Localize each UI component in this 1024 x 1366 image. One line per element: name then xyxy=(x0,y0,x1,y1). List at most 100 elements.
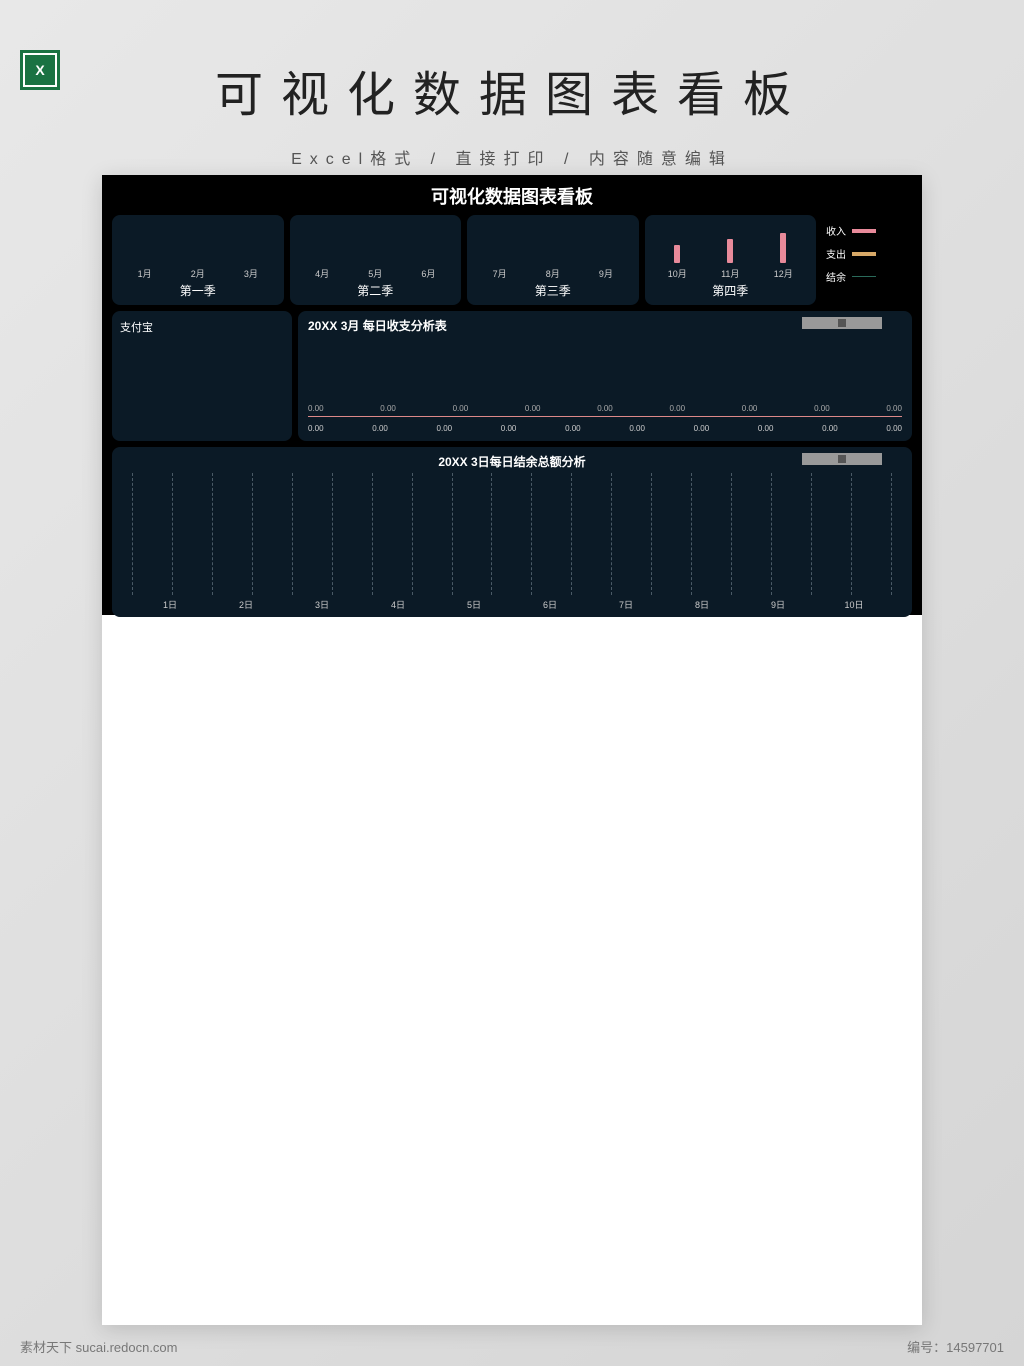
day-label: 7日 xyxy=(588,598,664,611)
month-label: 9月 xyxy=(599,267,613,280)
quarter-card-4[interactable]: 10月 11月 12月 第四季 xyxy=(645,215,817,305)
gridline xyxy=(651,473,652,595)
excel-icon: X xyxy=(20,50,60,90)
quarter-card-3[interactable]: 7月 8月 9月 第三季 xyxy=(467,215,639,305)
daily-analysis-card[interactable]: 20XX 3月 每日收支分析表 0.00 0.00 0.00 0.00 0.00… xyxy=(298,311,912,441)
month-label: 5月 xyxy=(368,267,382,280)
quarter-label: 第二季 xyxy=(296,282,456,299)
value: 0.00 xyxy=(742,404,758,413)
gridline xyxy=(691,473,692,595)
page-title: 可视化数据图表看板 xyxy=(0,0,1024,125)
gridline xyxy=(611,473,612,595)
gridline xyxy=(811,473,812,595)
xlabel: 0.00 xyxy=(437,424,453,433)
legend-label: 支出 xyxy=(826,246,846,261)
legend-item-expense: 支出 xyxy=(826,246,908,261)
footer-left: 素材天下 sucai.redocn.com xyxy=(20,1337,178,1356)
quarter-card-1[interactable]: 1月 2月 3月 第一季 xyxy=(112,215,284,305)
footer: 素材天下 sucai.redocn.com 编号：14597701 xyxy=(20,1337,1004,1356)
grid-lines xyxy=(132,473,892,595)
xlabel: 0.00 xyxy=(501,424,517,433)
gridline xyxy=(172,473,173,595)
day-label: 9日 xyxy=(740,598,816,611)
xlabel: 0.00 xyxy=(565,424,581,433)
gridline xyxy=(132,473,133,595)
xlabel: 0.00 xyxy=(886,424,902,433)
gridline xyxy=(891,473,892,595)
xlabel: 0.00 xyxy=(308,424,324,433)
quarter-chart-2 xyxy=(296,221,456,265)
xlabel: 0.00 xyxy=(629,424,645,433)
gridline xyxy=(491,473,492,595)
gridline xyxy=(452,473,453,595)
gridline xyxy=(531,473,532,595)
day-label: 10日 xyxy=(816,598,892,611)
month-label: 3月 xyxy=(244,267,258,280)
quarter-label: 第三季 xyxy=(473,282,633,299)
month-label: 11月 xyxy=(721,267,739,280)
gridline xyxy=(212,473,213,595)
quarter-card-2[interactable]: 4月 5月 6月 第二季 xyxy=(290,215,462,305)
bottom-xlabels: 1日 2日 3日 4日 5日 6日 7日 8日 9日 10日 xyxy=(132,598,892,611)
value: 0.00 xyxy=(380,404,396,413)
gridline xyxy=(731,473,732,595)
quarters-row: 1月 2月 3月 第一季 4月 5月 6月 第二季 xyxy=(112,215,912,305)
balance-title: 20XX 3日每日结余总额分析 xyxy=(122,453,902,470)
value: 0.00 xyxy=(308,404,324,413)
gridline xyxy=(851,473,852,595)
legend-item-balance: 结余 xyxy=(826,269,908,284)
value: 0.00 xyxy=(597,404,613,413)
day-label: 5日 xyxy=(436,598,512,611)
month-label: 8月 xyxy=(546,267,560,280)
value: 0.00 xyxy=(525,404,541,413)
balance-analysis-card[interactable]: 20XX 3日每日结余总额分析 1日 2日 3日 4日 5日 6日 7日 8日 … xyxy=(112,447,912,617)
template-sheet: 可视化数据图表看板 1月 2月 3月 第一季 xyxy=(102,175,922,1325)
legend-swatch xyxy=(852,252,876,256)
gridline xyxy=(771,473,772,595)
xlabel: 0.00 xyxy=(758,424,774,433)
quarter-chart-4 xyxy=(651,221,811,265)
day-label: 4日 xyxy=(360,598,436,611)
daily-xlabels: 0.00 0.00 0.00 0.00 0.00 0.00 0.00 0.00 … xyxy=(308,424,902,433)
quarter-chart-1 xyxy=(118,221,278,265)
month-label: 12月 xyxy=(774,267,793,280)
legend-label: 结余 xyxy=(826,269,846,284)
page-subtitle: Excel格式 / 直接打印 / 内容随意编辑 xyxy=(0,145,1024,169)
gridline xyxy=(292,473,293,595)
month-label: 10月 xyxy=(668,267,687,280)
gridline xyxy=(571,473,572,595)
value: 0.00 xyxy=(814,404,830,413)
value: 0.00 xyxy=(886,404,902,413)
bar xyxy=(780,233,786,263)
axis-line xyxy=(308,416,902,417)
legend-label: 收入 xyxy=(826,223,846,238)
day-label: 2日 xyxy=(208,598,284,611)
day-label: 8日 xyxy=(664,598,740,611)
value: 0.00 xyxy=(453,404,469,413)
alipay-card[interactable]: 支付宝 xyxy=(112,311,292,441)
bar xyxy=(674,245,680,263)
quarter-chart-3 xyxy=(473,221,633,265)
legend: 收入 支出 结余 xyxy=(822,215,912,305)
xlabel: 0.00 xyxy=(694,424,710,433)
chart-legend-box[interactable] xyxy=(802,317,882,329)
month-label: 2月 xyxy=(191,267,205,280)
quarter-label: 第一季 xyxy=(118,282,278,299)
legend-item-income: 收入 xyxy=(826,223,908,238)
dashboard-area: 可视化数据图表看板 1月 2月 3月 第一季 xyxy=(102,175,922,615)
legend-swatch xyxy=(852,229,876,233)
month-label: 6月 xyxy=(421,267,435,280)
day-label: 1日 xyxy=(132,598,208,611)
xlabel: 0.00 xyxy=(372,424,388,433)
bar xyxy=(727,239,733,263)
month-label: 7月 xyxy=(493,267,507,280)
gridline xyxy=(252,473,253,595)
legend-swatch xyxy=(852,276,876,277)
daily-values-row: 0.00 0.00 0.00 0.00 0.00 0.00 0.00 0.00 … xyxy=(308,404,902,413)
alipay-label: 支付宝 xyxy=(120,322,153,334)
gridline xyxy=(412,473,413,595)
day-label: 6日 xyxy=(512,598,588,611)
quarter-label: 第四季 xyxy=(651,282,811,299)
chart-legend-box[interactable] xyxy=(802,453,882,465)
footer-right: 编号：14597701 xyxy=(907,1337,1004,1356)
